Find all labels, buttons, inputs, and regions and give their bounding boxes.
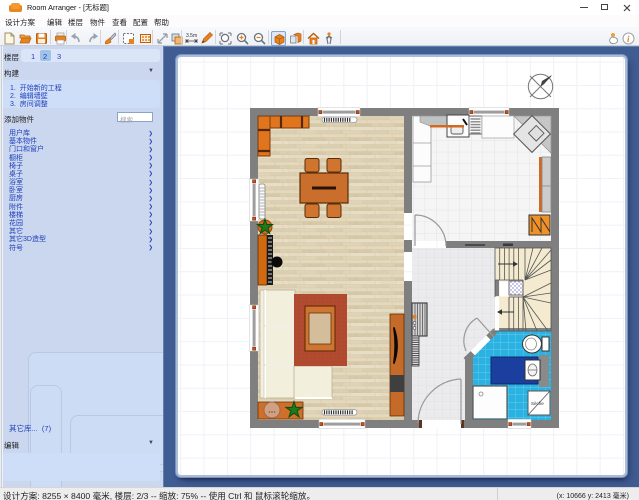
svg-text:Sèche: Sèche — [531, 401, 544, 406]
svg-text:3.5m: 3.5m — [186, 33, 197, 39]
